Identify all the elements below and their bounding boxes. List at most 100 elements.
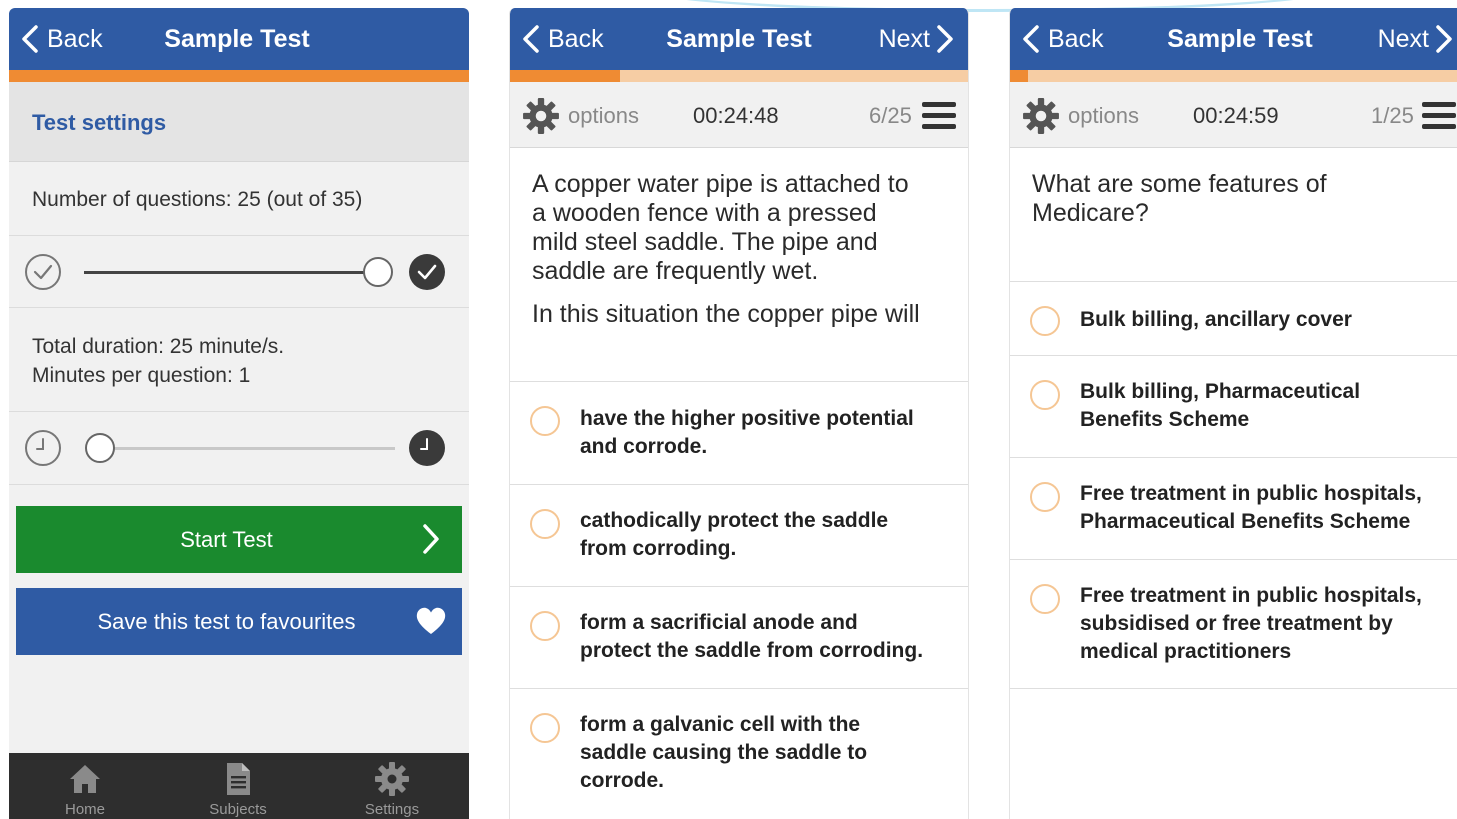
radio-button[interactable] — [530, 611, 560, 641]
radio-button[interactable] — [1030, 380, 1060, 410]
answer-text: cathodically protect the saddle from corr… — [580, 509, 889, 560]
answer-option[interactable]: Free treatment in public hospitals, Pharm… — [1010, 457, 1457, 559]
check-outline-icon — [24, 253, 62, 291]
radio-button[interactable] — [1030, 482, 1060, 512]
chevron-left-icon — [22, 25, 38, 53]
heart-icon — [416, 607, 446, 634]
check-filled-icon — [408, 253, 446, 291]
answer-text: Free treatment in public hospitals, subsi… — [1080, 584, 1422, 663]
back-label: Back — [1048, 24, 1104, 53]
home-icon — [70, 765, 100, 793]
gear-icon — [375, 762, 409, 796]
back-label: Back — [47, 24, 103, 53]
options-label: options — [1068, 103, 1139, 128]
radio-button[interactable] — [530, 406, 560, 436]
tab-home[interactable]: Home — [25, 753, 145, 819]
answer-option[interactable]: form a galvanic cell with the saddle caus… — [510, 688, 968, 819]
duration-slider-row — [9, 412, 469, 485]
save-favourites-label: Save this test to favourites — [97, 609, 356, 634]
duration-slider-track[interactable] — [97, 447, 395, 450]
answer-option[interactable]: form a sacrificial anode and protect the … — [510, 586, 968, 688]
options-button[interactable]: options — [522, 96, 639, 136]
answer-text: have the higher positive potential and co… — [580, 407, 914, 458]
answer-text: Bulk billing, Pharmaceutical Benefits Sch… — [1080, 380, 1361, 431]
back-button[interactable]: Back — [520, 8, 604, 70]
tab-settings[interactable]: Settings — [332, 753, 452, 819]
document-icon — [227, 763, 250, 795]
radio-button[interactable] — [1030, 306, 1060, 336]
question-text: What are some features of Medicare? — [1032, 170, 1327, 228]
menu-icon[interactable] — [1422, 102, 1456, 132]
divider — [1010, 688, 1457, 689]
chevron-right-icon — [937, 25, 953, 53]
timer: 00:24:48 — [693, 103, 779, 128]
gear-icon — [1023, 98, 1059, 134]
tab-subjects[interactable]: Subjects — [178, 753, 298, 819]
back-label: Back — [548, 24, 604, 53]
options-button[interactable]: options — [1022, 96, 1139, 136]
section-title: Test settings — [32, 110, 167, 135]
next-label: Next — [878, 24, 930, 53]
answer-option[interactable]: Bulk billing, ancillary cover — [1010, 281, 1457, 355]
next-label: Next — [1377, 24, 1429, 53]
duration-slider-thumb[interactable] — [85, 433, 115, 463]
timer: 00:24:59 — [1193, 103, 1279, 128]
question-counter: 1/25 — [1371, 103, 1414, 128]
question-text: A copper water pipe is attached to a woo… — [532, 170, 920, 329]
answer-option[interactable]: cathodically protect the saddle from corr… — [510, 484, 968, 586]
answer-text: form a galvanic cell with the saddle caus… — [580, 713, 868, 792]
quiz-toolbar: options 00:24:48 6/25 — [510, 82, 968, 148]
answer-text: Free treatment in public hospitals, Pharm… — [1080, 482, 1422, 533]
radio-button[interactable] — [1030, 584, 1060, 614]
total-duration-label: Total duration: 25 minute/s. — [32, 335, 285, 358]
chevron-right-icon — [423, 524, 439, 554]
answer-option[interactable]: Free treatment in public hospitals, subsi… — [1010, 559, 1457, 688]
chevron-left-icon — [1023, 25, 1039, 53]
answer-text: form a sacrificial anode and protect the … — [580, 611, 924, 662]
questions-slider-thumb[interactable] — [363, 257, 393, 287]
start-test-label: Start Test — [180, 527, 273, 552]
nav-bar: Back Sample Test Next — [1010, 8, 1457, 70]
back-button[interactable]: Back — [1020, 8, 1104, 70]
question-line: Medicare? — [1032, 199, 1149, 227]
question-line: mild steel saddle. The pipe and — [532, 228, 878, 256]
menu-icon[interactable] — [922, 102, 956, 132]
question-screen-1: Back Sample Test Next options 00:24:59 1… — [1009, 8, 1457, 819]
gear-icon — [523, 98, 559, 134]
chevron-right-icon — [1436, 25, 1452, 53]
question-line: A copper water pipe is attached to — [532, 170, 909, 198]
radio-button[interactable] — [530, 509, 560, 539]
next-button[interactable]: Next — [1378, 8, 1455, 70]
start-test-button[interactable]: Start Test — [16, 506, 462, 573]
answer-text: Bulk billing, ancillary cover — [1080, 308, 1352, 331]
section-header: Test settings — [9, 82, 469, 162]
clock-outline-icon — [24, 429, 62, 467]
questions-slider-track[interactable] — [84, 271, 379, 274]
question-line: What are some features of — [1032, 170, 1327, 198]
questions-count-label: Number of questions: 25 (out of 35) — [32, 188, 363, 211]
nav-bar: Back Sample Test — [9, 8, 469, 70]
answer-option[interactable]: have the higher positive potential and co… — [510, 381, 968, 484]
tab-settings-label: Settings — [364, 801, 420, 818]
answer-option[interactable]: Bulk billing, Pharmaceutical Benefits Sch… — [1010, 355, 1457, 457]
settings-screen: Back Sample Test Test settings Number of… — [9, 8, 469, 819]
question-prompt: In this situation the copper pipe will — [532, 300, 920, 328]
questions-count-row: Number of questions: 25 (out of 35) — [9, 163, 469, 236]
tab-bar: Home Subjects Settings — [9, 753, 469, 819]
questions-slider-row — [9, 236, 469, 308]
progress-bar — [9, 70, 469, 82]
back-button[interactable]: Back — [19, 8, 103, 70]
radio-button[interactable] — [530, 713, 560, 743]
question-line: a wooden fence with a pressed — [532, 199, 877, 227]
question-counter: 6/25 — [869, 103, 912, 128]
save-favourites-button[interactable]: Save this test to favourites — [16, 588, 462, 655]
next-button[interactable]: Next — [879, 8, 956, 70]
nav-bar: Back Sample Test Next — [510, 8, 968, 70]
progress-bar — [1010, 70, 1457, 82]
duration-row: Total duration: 25 minute/s. Minutes per… — [9, 308, 469, 412]
chevron-left-icon — [523, 25, 539, 53]
tab-home-label: Home — [64, 801, 105, 818]
progress-bar — [510, 70, 968, 82]
quiz-toolbar: options 00:24:59 1/25 — [1010, 82, 1457, 148]
clock-filled-icon — [408, 429, 446, 467]
